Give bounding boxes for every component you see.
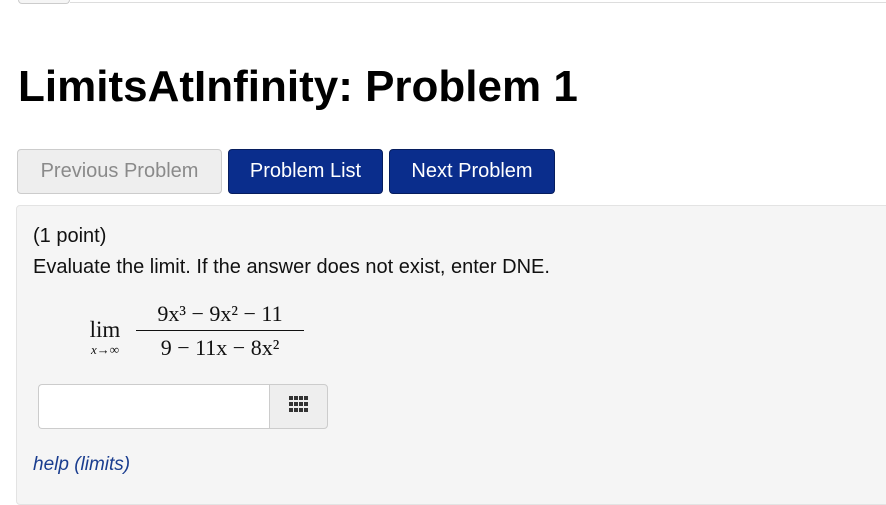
- problem-points: (1 point): [33, 225, 107, 247]
- problem-panel: (1 point) Evaluate the limit. If the ans…: [16, 205, 886, 505]
- problem-navigation: Previous Problem Problem List Next Probl…: [17, 149, 555, 194]
- keypad-button[interactable]: [269, 384, 328, 429]
- problem-instructions: Evaluate the limit. If the answer does n…: [33, 256, 550, 278]
- problem-list-button[interactable]: Problem List: [228, 149, 383, 194]
- next-problem-button[interactable]: Next Problem: [389, 149, 555, 194]
- limit-expression: lim x→∞ 9x³ − 9x² − 11 9 − 11x − 8x²: [81, 300, 321, 370]
- help-limits-link[interactable]: help (limits): [33, 454, 130, 476]
- fraction-bar: [136, 330, 304, 331]
- answer-group: [38, 384, 328, 429]
- top-divider: [70, 2, 886, 3]
- fraction-numerator: 9x³ − 9x² − 11: [157, 301, 283, 326]
- page-title: LimitsAtInfinity: Problem 1: [18, 62, 578, 111]
- answer-input[interactable]: [38, 384, 269, 429]
- limit-operator: lim x→∞: [81, 318, 129, 358]
- keypad-grid-icon: [288, 396, 309, 417]
- previous-problem-button[interactable]: Previous Problem: [17, 149, 222, 194]
- fraction-denominator: 9 − 11x − 8x²: [160, 335, 280, 360]
- lim-word: lim: [89, 317, 121, 342]
- lim-subscript: x→∞: [90, 342, 120, 357]
- limit-fraction: 9x³ − 9x² − 11 9 − 11x − 8x²: [136, 300, 304, 362]
- top-tab-remnant: [18, 0, 70, 4]
